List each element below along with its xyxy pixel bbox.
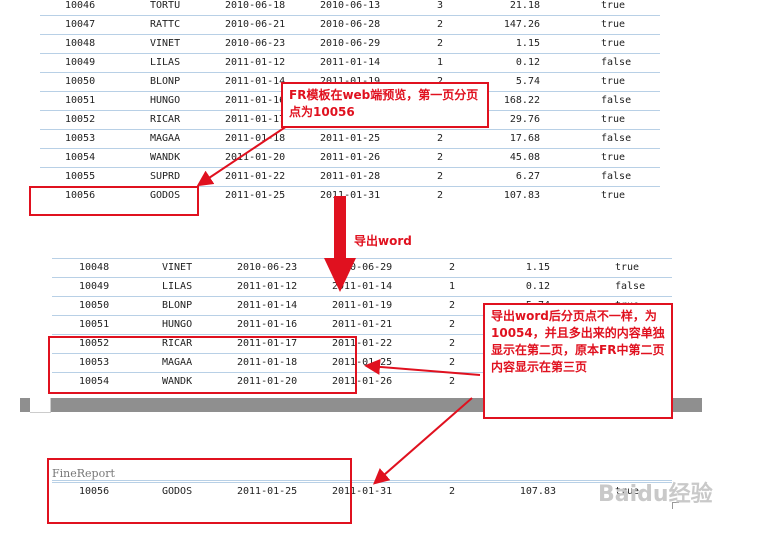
annotation-arrows <box>196 121 481 485</box>
arrow-to-10056-top <box>196 121 294 187</box>
arrow-to-highlight-rows <box>364 358 481 376</box>
arrow-to-page2 <box>372 397 473 485</box>
export-down-arrow <box>324 196 356 292</box>
callout-bottom: 导出word后分页点不一样，为10054，并且多出来的内容单独显示在第二页，原本… <box>483 303 673 419</box>
export-word-label: 导出word <box>354 234 412 248</box>
watermark: Baidu经验 <box>598 482 713 507</box>
callout-top: FR模板在web端预览，第一页分页点为10056 <box>281 82 489 128</box>
